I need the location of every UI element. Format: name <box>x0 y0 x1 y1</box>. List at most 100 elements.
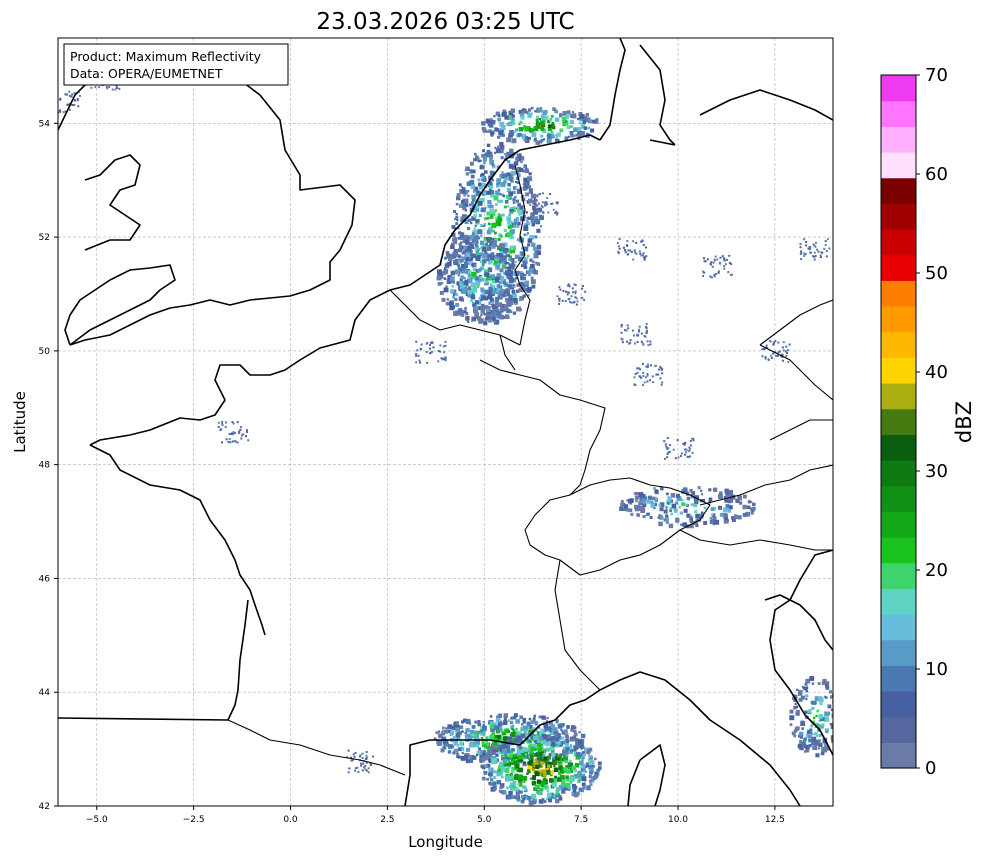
precip-pixel <box>482 725 487 731</box>
precip-pixel <box>679 511 683 515</box>
precip-pixel <box>742 512 747 517</box>
precip-pixel <box>642 254 645 257</box>
precip-pixel <box>470 257 474 261</box>
precip-pixel <box>531 222 536 227</box>
precip-pixel <box>518 298 522 302</box>
precip-pixel <box>743 495 747 499</box>
precip-pixel <box>642 515 646 519</box>
precip-pixel <box>659 377 662 380</box>
precip-pixel <box>507 292 510 296</box>
precip-pixel <box>575 133 579 137</box>
precip-pixel <box>803 238 806 241</box>
colorbar-label: dBZ <box>952 401 976 443</box>
precip-pixel <box>547 749 550 752</box>
map-panel[interactable] <box>51 37 842 807</box>
precip-pixel <box>788 343 791 346</box>
precip-pixel <box>483 771 488 775</box>
precip-pixel <box>496 744 501 749</box>
precip-pixel <box>714 519 720 525</box>
precip-pixel <box>663 440 666 443</box>
precip-pixel <box>494 231 497 235</box>
precip-pixel <box>703 271 706 274</box>
precip-pixel <box>702 257 705 260</box>
precip-pixel <box>563 740 567 744</box>
colorbar-tick-label: 20 <box>925 560 948 581</box>
precip-pixel <box>504 178 507 181</box>
precip-pixel <box>528 198 533 204</box>
precip-pixel <box>564 756 568 761</box>
precip-pixel <box>53 97 55 99</box>
precip-pixel <box>825 730 829 734</box>
precip-pixel <box>546 203 549 206</box>
precip-pixel <box>828 690 833 694</box>
precip-pixel <box>640 254 643 257</box>
precip-pixel <box>775 354 778 357</box>
precip-pixel <box>456 193 461 198</box>
precip-pixel <box>539 120 545 126</box>
precip-pixel <box>506 137 512 143</box>
precip-pixel <box>523 223 527 226</box>
precip-pixel <box>473 152 477 156</box>
precip-pixel <box>415 361 418 364</box>
precip-pixel <box>660 383 663 386</box>
y-axis-label: Latitude <box>11 391 29 453</box>
precip-pixel <box>497 117 502 122</box>
precip-pixel <box>801 741 806 746</box>
precip-pixel <box>737 495 743 501</box>
precip-pixel <box>562 289 565 292</box>
precip-pixel <box>554 117 560 122</box>
precip-pixel <box>523 225 529 231</box>
precip-pixel <box>513 224 516 228</box>
precip-pixel <box>588 754 592 759</box>
precip-pixel <box>556 132 561 137</box>
precip-pixel <box>665 517 669 521</box>
precip-pixel <box>508 191 514 197</box>
precip-pixel <box>575 751 581 757</box>
precip-pixel <box>430 341 433 344</box>
precip-pixel <box>738 502 741 505</box>
precip-pixel <box>455 722 459 725</box>
precip-pixel <box>805 694 809 698</box>
product-info-box: Product: Maximum Reflectivity Data: OPER… <box>63 43 289 86</box>
precip-pixel <box>540 783 544 787</box>
precip-pixel <box>486 307 491 313</box>
precip-pixel <box>658 504 662 507</box>
precip-pixel <box>503 153 507 156</box>
precip-pixel <box>808 735 811 738</box>
precip-pixel <box>634 251 637 254</box>
precip-pixel <box>496 182 499 186</box>
precip-pixel <box>529 203 532 206</box>
precip-pixel <box>541 734 544 737</box>
precip-pixel <box>799 745 804 751</box>
y-tick-label: 44 <box>39 688 51 698</box>
precip-pixel <box>239 426 242 429</box>
precip-pixel <box>504 314 510 319</box>
precip-pixel <box>825 684 829 689</box>
precip-pixel <box>458 248 462 253</box>
precip-pixel <box>481 207 486 213</box>
precip-pixel <box>528 757 531 761</box>
precip-pixel <box>536 740 540 744</box>
precip-pixel <box>728 254 731 257</box>
precip-pixel <box>522 276 526 281</box>
precip-pixel <box>499 311 502 314</box>
precip-pixel <box>527 108 532 112</box>
precip-pixel <box>617 250 620 253</box>
precip-pixel <box>442 726 445 730</box>
precip-pixel <box>490 134 494 137</box>
precip-pixel <box>465 252 470 257</box>
precip-pixel <box>565 113 569 117</box>
precip-pixel <box>348 767 351 770</box>
precip-pixel <box>579 114 585 120</box>
precip-pixel <box>828 247 831 250</box>
precip-pixel <box>645 512 650 516</box>
precip-pixel <box>522 797 526 801</box>
precip-pixel <box>458 296 464 301</box>
precip-pixel <box>246 430 249 433</box>
precip-pixel <box>630 512 634 516</box>
precip-pixel <box>563 729 568 734</box>
precip-pixel <box>645 322 648 325</box>
precip-pixel <box>554 733 557 736</box>
precip-pixel <box>767 358 770 361</box>
precip-pixel <box>449 276 455 282</box>
